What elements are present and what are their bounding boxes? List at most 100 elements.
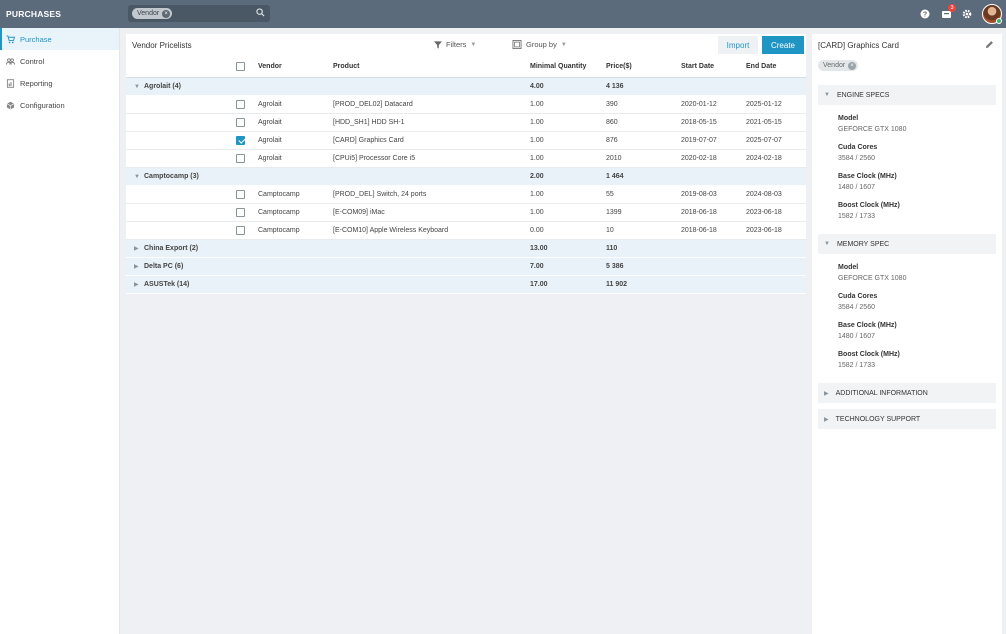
spec-label: Model [838,264,859,271]
cell-end-date: 2023-06-18 [746,221,806,240]
caret-right-icon: ▶ [134,245,139,252]
group-qty-total: 2.00 [530,167,606,186]
filter-icon [434,40,442,49]
detail-title-text: [CARD] Graphics Card [818,40,899,50]
group-name: Camptocamp (3) [144,172,199,180]
group-name: Agrolait (4) [144,82,181,90]
svg-text:?: ? [923,12,927,19]
column-header-start-date[interactable]: Start Date [681,56,746,78]
cell-start-date: 2019-08-03 [681,185,746,204]
group-price-total: 11 902 [606,275,681,294]
cell-end-date: 2024-08-03 [746,185,806,204]
table-row[interactable]: Agrolait [HDD_SH1] HDD SH-1 1.00 860 2018-05… [126,113,806,132]
section-header[interactable]: ▼ MEMORY SPEC [818,234,996,254]
section-header[interactable]: ▶ ADDITIONAL INFORMATION [818,383,996,403]
row-checkbox[interactable] [236,99,245,109]
spec-label: Model [838,115,859,122]
remove-facet-icon[interactable]: × [848,61,857,70]
group-qty-total: 4.00 [530,77,606,96]
edit-icon[interactable] [985,40,994,51]
section-header[interactable]: ▼ ENGINE SPECS [818,85,996,105]
group-qty-total: 7.00 [530,257,606,276]
column-header-min-qty[interactable]: Minimal Quantity [530,56,606,78]
filters-dropdown[interactable]: Filters ▼ [434,40,476,49]
detail-panel-title: [CARD] Graphics Card [812,34,1002,56]
spec-item: Cuda Cores 3584 / 2560 [812,144,1002,162]
row-checkbox[interactable] [236,135,245,145]
import-button[interactable]: Import [718,36,758,54]
cell-price: 2010 [606,149,681,168]
caret-down-icon: ▼ [824,92,830,98]
group-row[interactable]: ▶ China Export (2) 13.00 110 [126,239,806,258]
users-icon [6,57,15,65]
search-facet-label: Vendor [137,10,160,17]
row-checkbox[interactable] [236,225,245,235]
search-facet[interactable]: Vendor × [132,8,173,19]
chevron-down-icon: ▼ [470,41,477,48]
table-row[interactable]: Camptocamp [PROD_DEL] Switch, 24 ports 1.0… [126,185,806,204]
inbox-icon[interactable]: 3 [940,4,956,20]
cell-min-qty: 1.00 [530,95,606,114]
select-all-checkbox[interactable] [236,61,245,71]
table-row[interactable]: Agrolait [CARD] Graphics Card 1.00 876 2019-… [126,131,806,150]
detail-facet-tag[interactable]: Vendor × [818,60,859,71]
table-row[interactable]: Camptocamp [E-COM10] Apple Wireless Keybo… [126,221,806,240]
column-header-end-date[interactable]: End Date [746,56,806,78]
spec-value: GEFORCE GTX 1080 [838,126,907,133]
row-checkbox[interactable] [236,207,245,217]
row-checkbox[interactable] [236,189,245,199]
spec-item: Cuda Cores 3584 / 2560 [812,293,1002,311]
cell-product: [HDD_SH1] HDD SH-1 [333,113,530,132]
sidebar-item-configuration[interactable]: Configuration [0,94,119,116]
table-row[interactable]: Agrolait [CPUi5] Processor Core i5 1.00 201… [126,149,806,168]
search-bar[interactable]: Vendor × [128,5,270,22]
group-row[interactable]: ▶ ASUSTek (14) 17.00 11 902 [126,275,806,294]
section-header[interactable]: ▶ TECHNOLOGY SUPPORT [818,409,996,429]
filters-label: Filters [446,40,467,49]
spec-label: Base Clock (MHz) [838,322,897,329]
spec-value: 3584 / 2560 [838,304,875,311]
sidebar-item-purchase[interactable]: Purchase [0,28,119,50]
group-row[interactable]: ▼ Camptocamp (3) 2.00 1 464 [126,167,806,186]
sidebar-item-control[interactable]: Control [0,50,119,72]
cell-product: [PROD_DEL] Switch, 24 ports [333,185,530,204]
cell-product: [CARD] Graphics Card [333,131,530,150]
sidebar: Purchase Control Reporting Configuration [0,28,120,634]
search-icon[interactable] [256,8,265,19]
remove-facet-icon[interactable]: × [162,9,171,18]
cell-end-date: 2024-02-18 [746,149,806,168]
table-row[interactable]: Agrolait [PROD_DEL02] Datacard 1.00 390 2020… [126,95,806,114]
gear-icon[interactable] [961,8,973,20]
row-checkbox[interactable] [236,153,245,163]
cell-min-qty: 1.00 [530,149,606,168]
cell-start-date: 2019-07-07 [681,131,746,150]
spec-item: Base Clock (MHz) 1480 / 1607 [812,322,1002,340]
spec-item: Boost Clock (MHz) 1582 / 1733 [812,351,1002,369]
cell-start-date: 2018-06-18 [681,203,746,222]
create-button[interactable]: Create [762,36,804,54]
sidebar-item-label: Configuration [20,100,65,110]
caret-right-icon: ▶ [134,281,139,288]
cell-end-date: 2023-06-18 [746,203,806,222]
cell-start-date: 2018-05-15 [681,113,746,132]
group-row[interactable]: ▼ Agrolait (4) 4.00 4 136 [126,77,806,96]
column-header-price[interactable]: Price($) [606,56,681,78]
column-header-vendor[interactable]: Vendor [258,56,333,78]
groupby-dropdown[interactable]: Group by ▼ [512,40,567,49]
caret-right-icon: ▶ [134,263,139,270]
page-title: Vendor Pricelists [132,40,192,50]
column-header-product[interactable]: Product [333,56,530,78]
table-row[interactable]: Camptocamp [E-COM09] iMac 1.00 1399 2018-06-… [126,203,806,222]
row-checkbox[interactable] [236,117,245,127]
help-icon[interactable]: ? [919,8,931,20]
chevron-down-icon: ▼ [560,41,567,48]
sidebar-item-label: Purchase [20,34,52,44]
cell-vendor: Agrolait [258,113,333,132]
group-row[interactable]: ▶ Delta PC (6) 7.00 5 386 [126,257,806,276]
group-price-total: 1 464 [606,167,681,186]
user-avatar[interactable] [982,4,1002,24]
app-title: PURCHASES [6,9,62,19]
cell-price: 860 [606,113,681,132]
cell-product: [E-COM09] iMac [333,203,530,222]
sidebar-item-reporting[interactable]: Reporting [0,72,119,94]
